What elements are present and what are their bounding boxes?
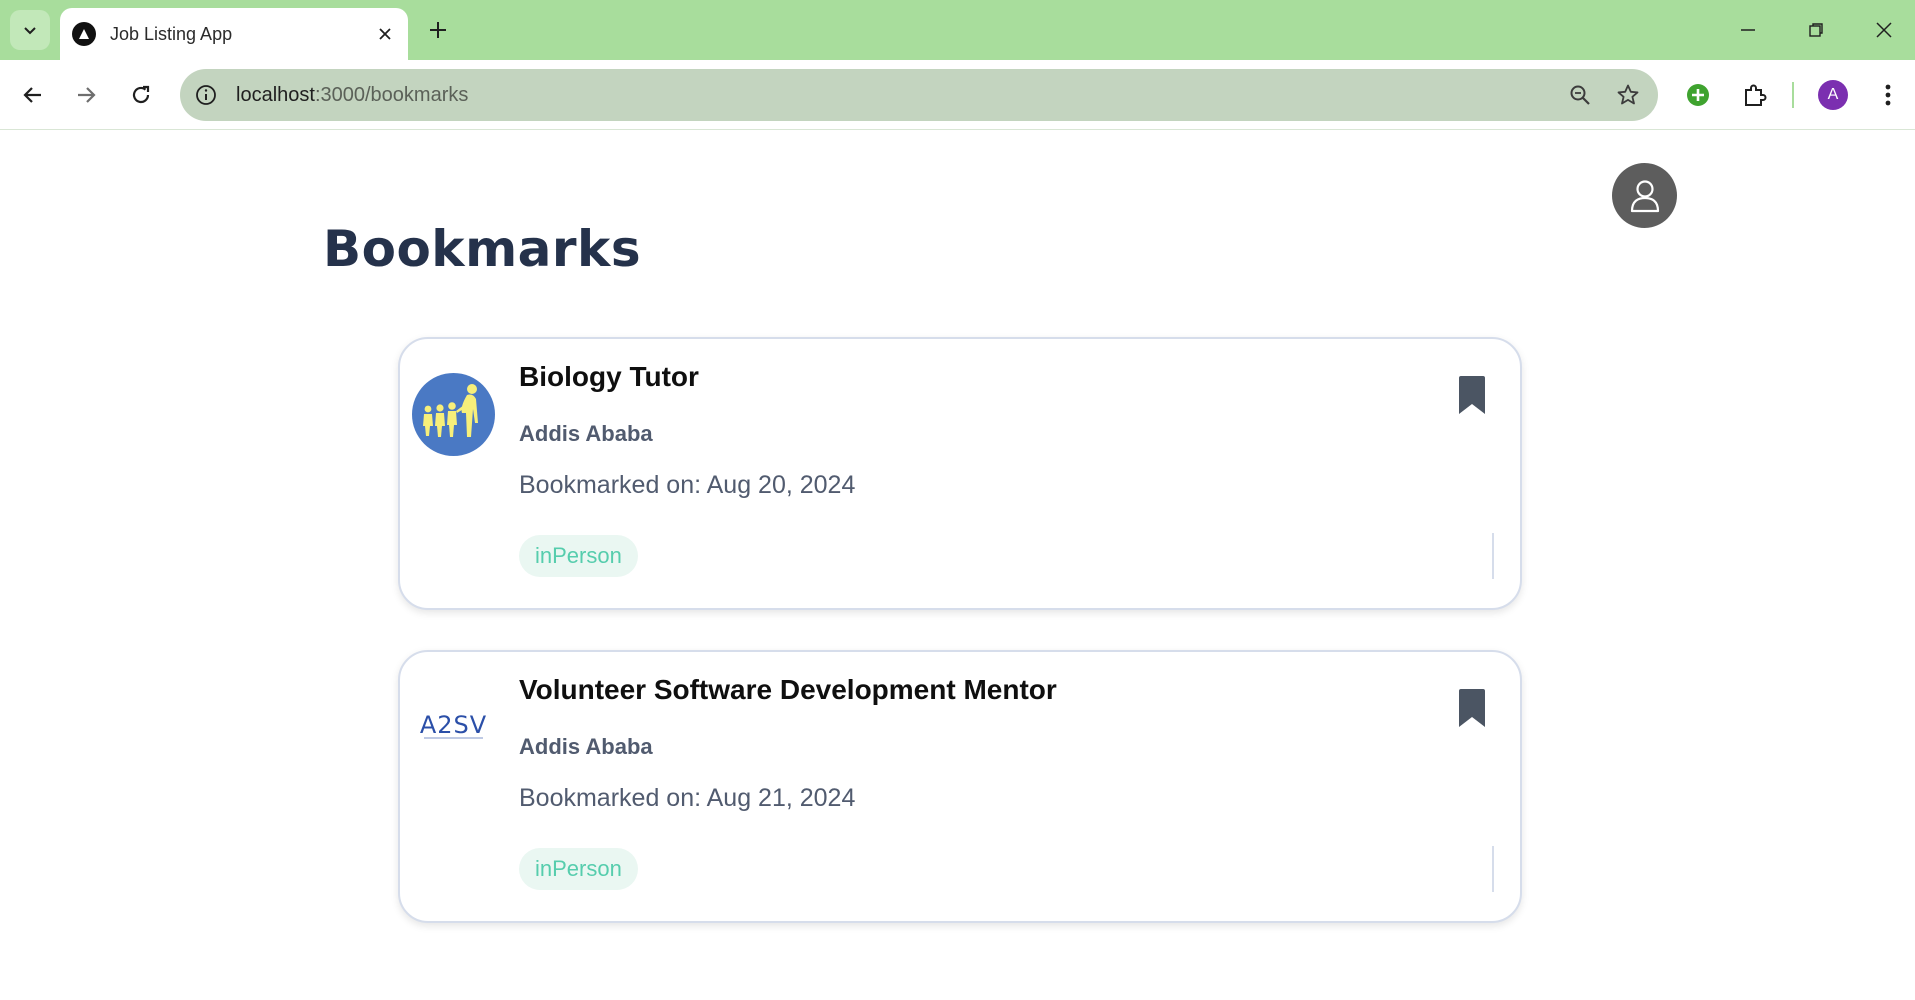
reload-icon [132, 85, 150, 104]
arrow-left-icon [23, 87, 41, 103]
close-icon [379, 28, 391, 40]
card-divider [1492, 533, 1494, 579]
bookmark-date: Bookmarked on: Aug 20, 2024 [519, 471, 856, 499]
url-host: localhost [236, 83, 315, 106]
page-title: Bookmarks [323, 220, 642, 278]
new-tab-button[interactable] [420, 12, 456, 48]
card-divider [1492, 846, 1494, 892]
extension-add-icon[interactable] [1676, 73, 1720, 117]
browser-toolbar: localhost:3000/bookmarks A [0, 60, 1915, 130]
extensions-puzzle-icon[interactable] [1732, 73, 1776, 117]
back-button[interactable] [11, 73, 55, 117]
restore-icon [1809, 23, 1823, 37]
close-icon [1876, 22, 1892, 38]
browser-menu-button[interactable] [1866, 73, 1910, 117]
bookmark-card[interactable]: Biology Tutor Addis Ababa Bookmarked on:… [398, 337, 1522, 610]
bookmark-date: Bookmarked on: Aug 21, 2024 [519, 784, 856, 812]
plus-icon [430, 22, 446, 38]
reload-button[interactable] [119, 73, 163, 117]
job-location: Addis Ababa [519, 421, 653, 446]
toolbar-separator [1792, 82, 1794, 108]
url-text[interactable]: localhost:3000/bookmarks [236, 84, 1556, 107]
a2sv-logo-text: A2SV [420, 711, 487, 739]
star-icon[interactable] [1604, 71, 1652, 119]
address-bar[interactable]: localhost:3000/bookmarks [180, 69, 1658, 121]
tab-title: Job Listing App [110, 23, 233, 44]
window-close-button[interactable] [1857, 8, 1911, 52]
profile-button[interactable]: A [1811, 73, 1855, 117]
bookmark-card[interactable]: A2SV Volunteer Software Development Ment… [398, 650, 1522, 923]
arrow-right-icon [78, 87, 96, 103]
forward-button[interactable] [64, 73, 108, 117]
bookmark-button[interactable] [1452, 371, 1492, 419]
job-type-tag: inPerson [519, 535, 638, 577]
triangle-logo-icon [72, 22, 96, 46]
bookmark-filled-icon [1459, 689, 1485, 727]
bookmark-button[interactable] [1452, 684, 1492, 732]
job-type-tag: inPerson [519, 848, 638, 890]
url-path: :3000/bookmarks [314, 83, 469, 106]
tab-search-button[interactable] [10, 10, 50, 50]
restore-button[interactable] [1789, 8, 1843, 52]
minimize-icon [1741, 29, 1755, 31]
user-icon [1630, 179, 1659, 212]
site-info-icon[interactable] [180, 69, 232, 121]
job-title[interactable]: Biology Tutor [519, 361, 699, 393]
kebab-menu-icon [1885, 84, 1891, 106]
tab-strip: Job Listing App [0, 0, 1915, 60]
user-profile-button[interactable] [1612, 163, 1677, 228]
zoom-icon[interactable] [1556, 71, 1604, 119]
a2sv-logo: A2SV [412, 686, 495, 769]
children-silhouette-logo [412, 373, 495, 456]
active-tab[interactable]: Job Listing App [60, 8, 408, 60]
job-title[interactable]: Volunteer Software Development Mentor [519, 674, 1057, 706]
minimize-button[interactable] [1721, 8, 1775, 52]
close-tab-button[interactable] [368, 17, 402, 51]
profile-avatar: A [1818, 80, 1848, 110]
job-location: Addis Ababa [519, 734, 653, 759]
bookmark-filled-icon [1459, 376, 1485, 414]
chevron-down-icon [24, 27, 36, 35]
